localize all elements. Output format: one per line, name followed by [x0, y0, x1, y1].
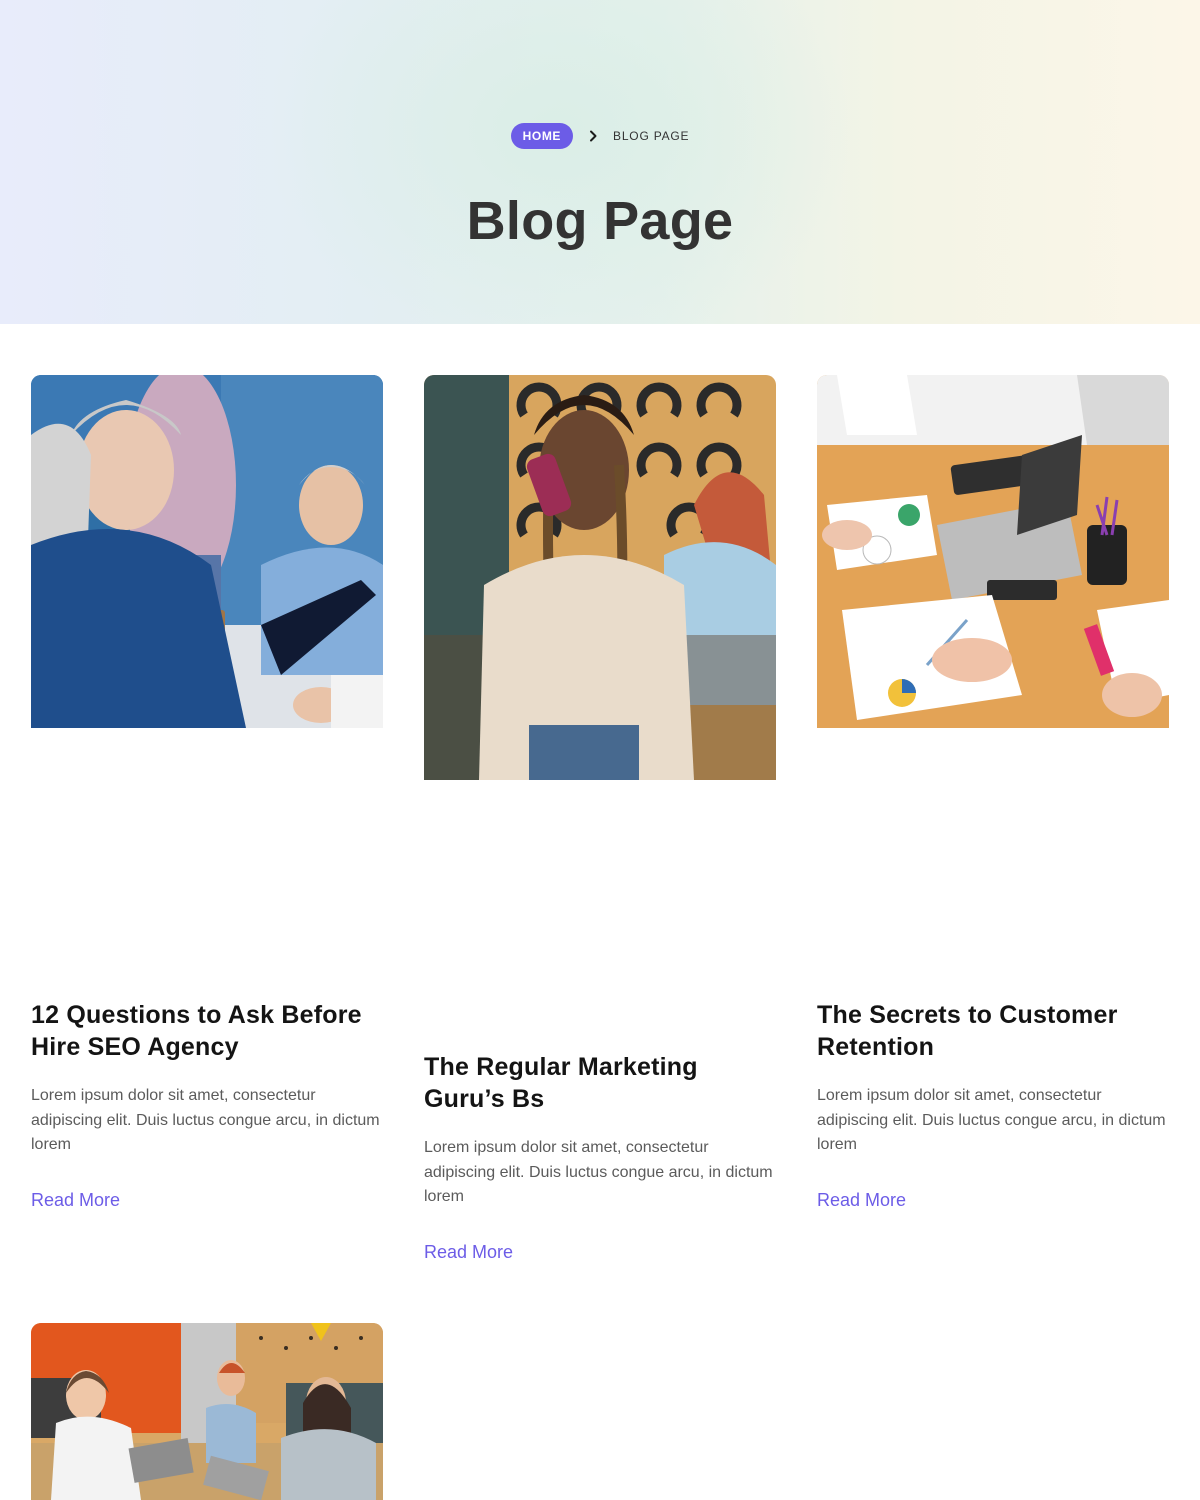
post-title[interactable]: 12 Questions to Ask Before Hire SEO Agen… — [31, 999, 383, 1063]
post-thumbnail[interactable] — [31, 375, 383, 728]
read-more-link[interactable]: Read More — [424, 1242, 513, 1263]
post-excerpt: Lorem ipsum dolor sit amet, consectetur … — [424, 1139, 773, 1205]
breadcrumb-current: BLOG PAGE — [613, 129, 690, 143]
post-thumbnail[interactable] — [424, 375, 776, 780]
blog-card-body: The Regular Marketing Guru’s Bs Lorem ip… — [424, 1051, 776, 1263]
post-excerpt: Lorem ipsum dolor sit amet, consectetur … — [817, 1087, 1166, 1153]
breadcrumb-home-link[interactable]: HOME — [510, 123, 574, 149]
blog-card — [31, 1323, 383, 1500]
post-title[interactable]: The Regular Marketing Guru’s Bs — [424, 1051, 776, 1115]
read-more-link[interactable]: Read More — [817, 1190, 906, 1211]
post-excerpt: Lorem ipsum dolor sit amet, consectetur … — [31, 1087, 380, 1153]
chevron-right-icon — [585, 128, 601, 144]
blog-card — [31, 375, 383, 728]
post-thumbnail[interactable] — [31, 1323, 383, 1500]
blog-card-body: The Secrets to Customer Retention Lorem … — [817, 999, 1169, 1211]
blog-card — [424, 375, 776, 780]
post-thumbnail[interactable] — [817, 375, 1169, 728]
read-more-link[interactable]: Read More — [31, 1190, 120, 1211]
post-title[interactable]: The Secrets to Customer Retention — [817, 999, 1169, 1063]
blog-card — [817, 375, 1169, 728]
page-header: HOME BLOG PAGE Blog Page — [0, 0, 1200, 324]
page-title: Blog Page — [466, 191, 734, 251]
breadcrumb: HOME BLOG PAGE — [0, 123, 1200, 149]
blog-card-body: 12 Questions to Ask Before Hire SEO Agen… — [31, 999, 383, 1211]
